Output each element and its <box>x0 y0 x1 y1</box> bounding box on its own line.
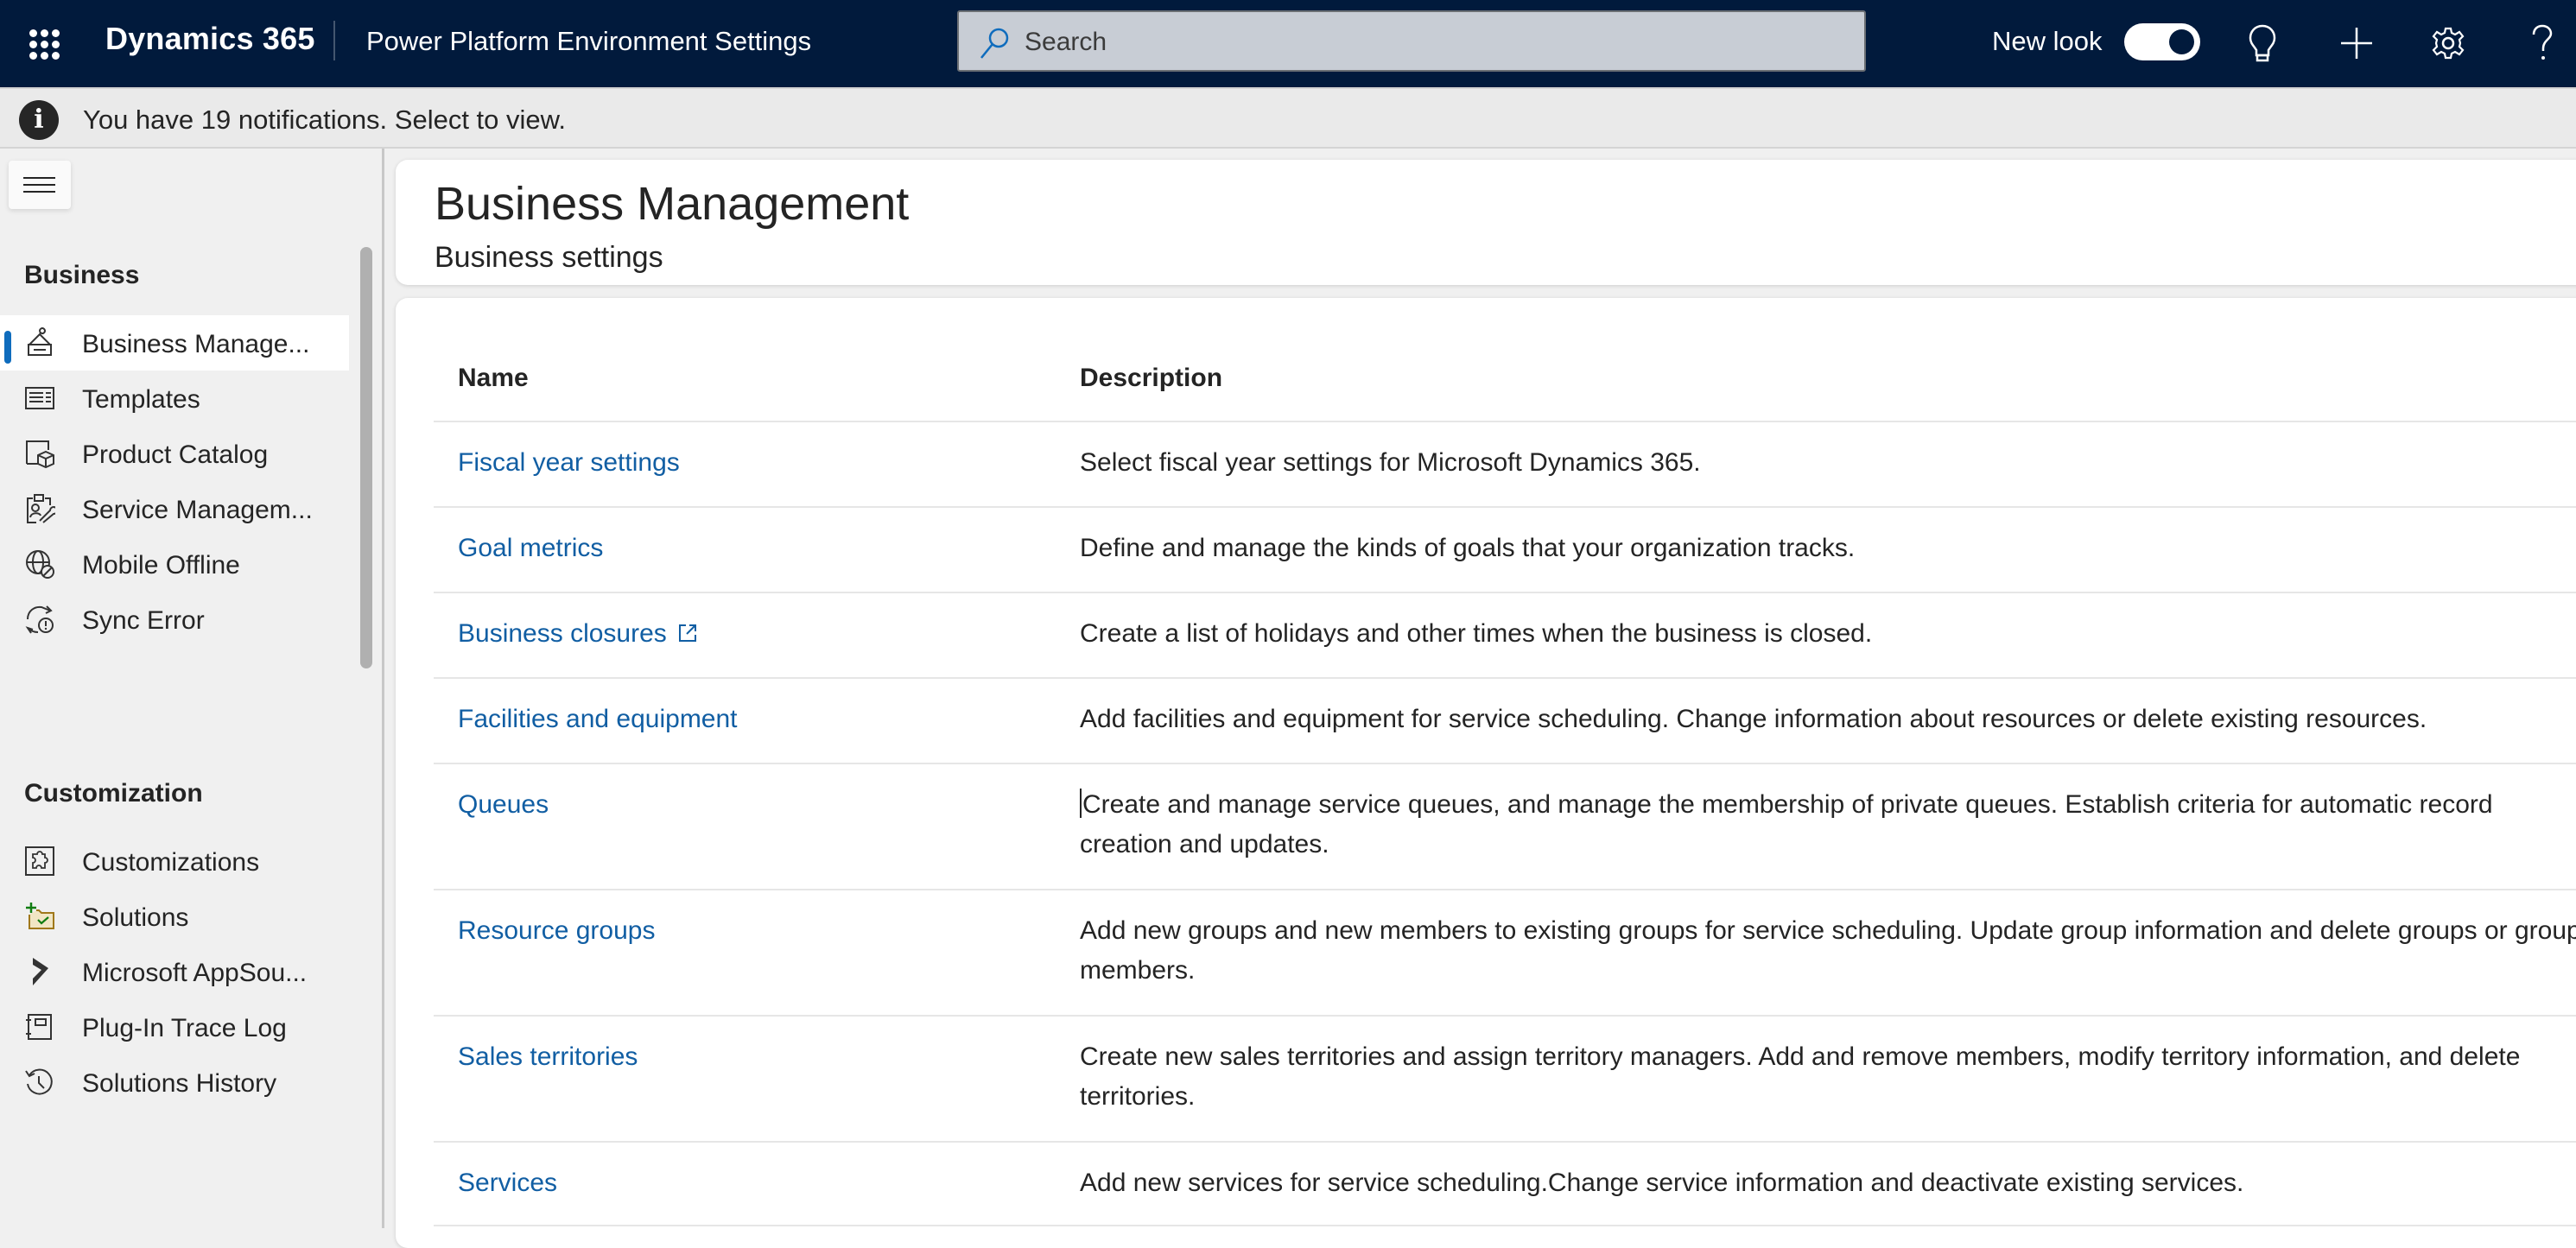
table-row: Queues Create and manage service queues,… <box>434 764 2576 889</box>
search-icon <box>980 28 1009 59</box>
row-description-text: Create and manage service queues, and ma… <box>1080 790 2493 858</box>
row-description: Create and manage service queues, and ma… <box>1080 785 2576 865</box>
new-look-toggle[interactable] <box>2124 23 2200 60</box>
page-subtitle: Business settings <box>435 241 663 274</box>
table-row: Sales territories Create new sales terri… <box>434 1017 2576 1141</box>
link-queues[interactable]: Queues <box>458 790 549 820</box>
sidebar-item-templates[interactable]: Templates <box>0 371 349 426</box>
search-input[interactable]: Search <box>957 10 1866 72</box>
notification-message[interactable]: You have 19 notifications. Select to vie… <box>83 105 566 136</box>
solutions-history-icon <box>25 1068 53 1095</box>
sidebar-item-label: Solutions <box>82 903 189 932</box>
gear-icon[interactable] <box>2424 19 2472 67</box>
sidebar-item-sync-error[interactable]: Sync Error <box>0 592 349 647</box>
sidebar-scrollbar[interactable] <box>360 247 372 668</box>
product-catalog-icon <box>26 440 54 469</box>
text-cursor <box>1080 789 1082 818</box>
sidebar-item-plugin-trace-log[interactable]: Plug-In Trace Log <box>0 999 349 1055</box>
sidebar-item-mobile-offline[interactable]: Mobile Offline <box>0 536 349 592</box>
sidebar-item-label: Business Manage... <box>82 330 310 358</box>
link-facilities-and-equipment[interactable]: Facilities and equipment <box>458 705 738 734</box>
link-business-closures[interactable]: Business closures <box>458 619 698 649</box>
sidebar-item-label: Service Managem... <box>82 496 313 524</box>
sync-error-icon <box>25 605 54 634</box>
row-description: Create a list of holidays and other time… <box>1080 619 1873 648</box>
help-icon[interactable] <box>2518 19 2566 67</box>
sidebar-item-service-management[interactable]: Service Managem... <box>0 481 349 536</box>
hamburger-menu-button[interactable] <box>9 161 71 209</box>
notification-bar[interactable]: i You have 19 notifications. Select to v… <box>0 87 2576 149</box>
sidebar-item-business-management[interactable]: Business Manage... <box>0 315 349 371</box>
table-row: Services Add new services for service sc… <box>434 1143 2576 1226</box>
solutions-icon <box>26 903 54 929</box>
sidebar-item-label: Microsoft AppSou... <box>82 959 308 987</box>
table-row: Fiscal year settings Select fiscal year … <box>434 422 2576 506</box>
settings-table: Name Description Fiscal year settings Se… <box>396 298 2576 1248</box>
link-fiscal-year-settings[interactable]: Fiscal year settings <box>458 448 680 478</box>
page-header: Business Management Business settings <box>396 160 2576 285</box>
external-link-icon <box>678 624 696 642</box>
row-description: Select fiscal year settings for Microsof… <box>1080 448 1701 477</box>
sidebar-item-label: Mobile Offline <box>82 551 240 580</box>
link-label: Business closures <box>458 619 667 648</box>
table-row: Business closures Create a list of holid… <box>434 593 2576 677</box>
sidebar-item-label: Plug-In Trace Log <box>82 1014 287 1042</box>
templates-icon <box>25 387 54 409</box>
lightbulb-icon[interactable] <box>2238 19 2287 67</box>
page-title: Business Management <box>435 178 910 230</box>
link-goal-metrics[interactable]: Goal metrics <box>458 534 603 563</box>
row-description: Add new services for service scheduling.… <box>1080 1169 2244 1197</box>
app-title[interactable]: Power Platform Environment Settings <box>366 26 811 57</box>
link-sales-territories[interactable]: Sales territories <box>458 1042 638 1072</box>
waffle-icon[interactable] <box>22 22 66 66</box>
sidebar-section-business: Business <box>24 261 140 289</box>
table-row: Goal metrics Define and manage the kinds… <box>434 508 2576 592</box>
mobile-offline-icon <box>26 550 54 579</box>
column-header-description: Description <box>1080 364 1223 392</box>
brand-divider <box>333 21 335 60</box>
table-row: Facilities and equipment Add facilities … <box>434 679 2576 763</box>
link-resource-groups[interactable]: Resource groups <box>458 916 655 946</box>
app-brand[interactable]: Dynamics 365 <box>105 21 315 57</box>
plugin-trace-log-icon <box>26 1014 52 1040</box>
sidebar-item-label: Solutions History <box>82 1069 277 1098</box>
new-look-label: New look <box>1992 26 2103 56</box>
table-row: Resource groups Add new groups and new m… <box>434 890 2576 1015</box>
row-description: Create new sales territories and assign … <box>1080 1042 2521 1111</box>
row-description: Add facilities and equipment for service… <box>1080 705 2427 733</box>
sidebar-item-solutions-history[interactable]: Solutions History <box>0 1055 349 1110</box>
sidebar-section-customization: Customization <box>24 779 203 808</box>
sidebar-item-customizations[interactable]: Customizations <box>0 833 349 889</box>
sidebar-item-label: Templates <box>82 385 200 414</box>
row-divider <box>434 1225 2576 1226</box>
plus-icon[interactable] <box>2332 19 2381 67</box>
column-header-name: Name <box>458 364 529 392</box>
sidebar-item-product-catalog[interactable]: Product Catalog <box>0 426 349 481</box>
sidebar: Business Business Manage... Templates Pr… <box>0 149 384 1228</box>
business-management-icon <box>27 327 53 356</box>
row-description: Add new groups and new members to existi… <box>1080 916 2576 985</box>
appsource-icon <box>33 958 48 985</box>
info-icon: i <box>19 100 59 140</box>
sidebar-item-solutions[interactable]: Solutions <box>0 889 349 944</box>
top-bar: Dynamics 365 Power Platform Environment … <box>0 0 2576 87</box>
sidebar-item-label: Sync Error <box>82 606 205 635</box>
row-description: Define and manage the kinds of goals tha… <box>1080 534 1856 562</box>
link-services[interactable]: Services <box>458 1169 557 1198</box>
service-management-icon <box>27 494 55 523</box>
customizations-icon <box>25 846 54 876</box>
sidebar-item-label: Product Catalog <box>82 440 269 469</box>
search-placeholder: Search <box>1025 28 1107 56</box>
sidebar-item-label: Customizations <box>82 848 260 877</box>
sidebar-item-microsoft-appsource[interactable]: Microsoft AppSou... <box>0 944 349 999</box>
